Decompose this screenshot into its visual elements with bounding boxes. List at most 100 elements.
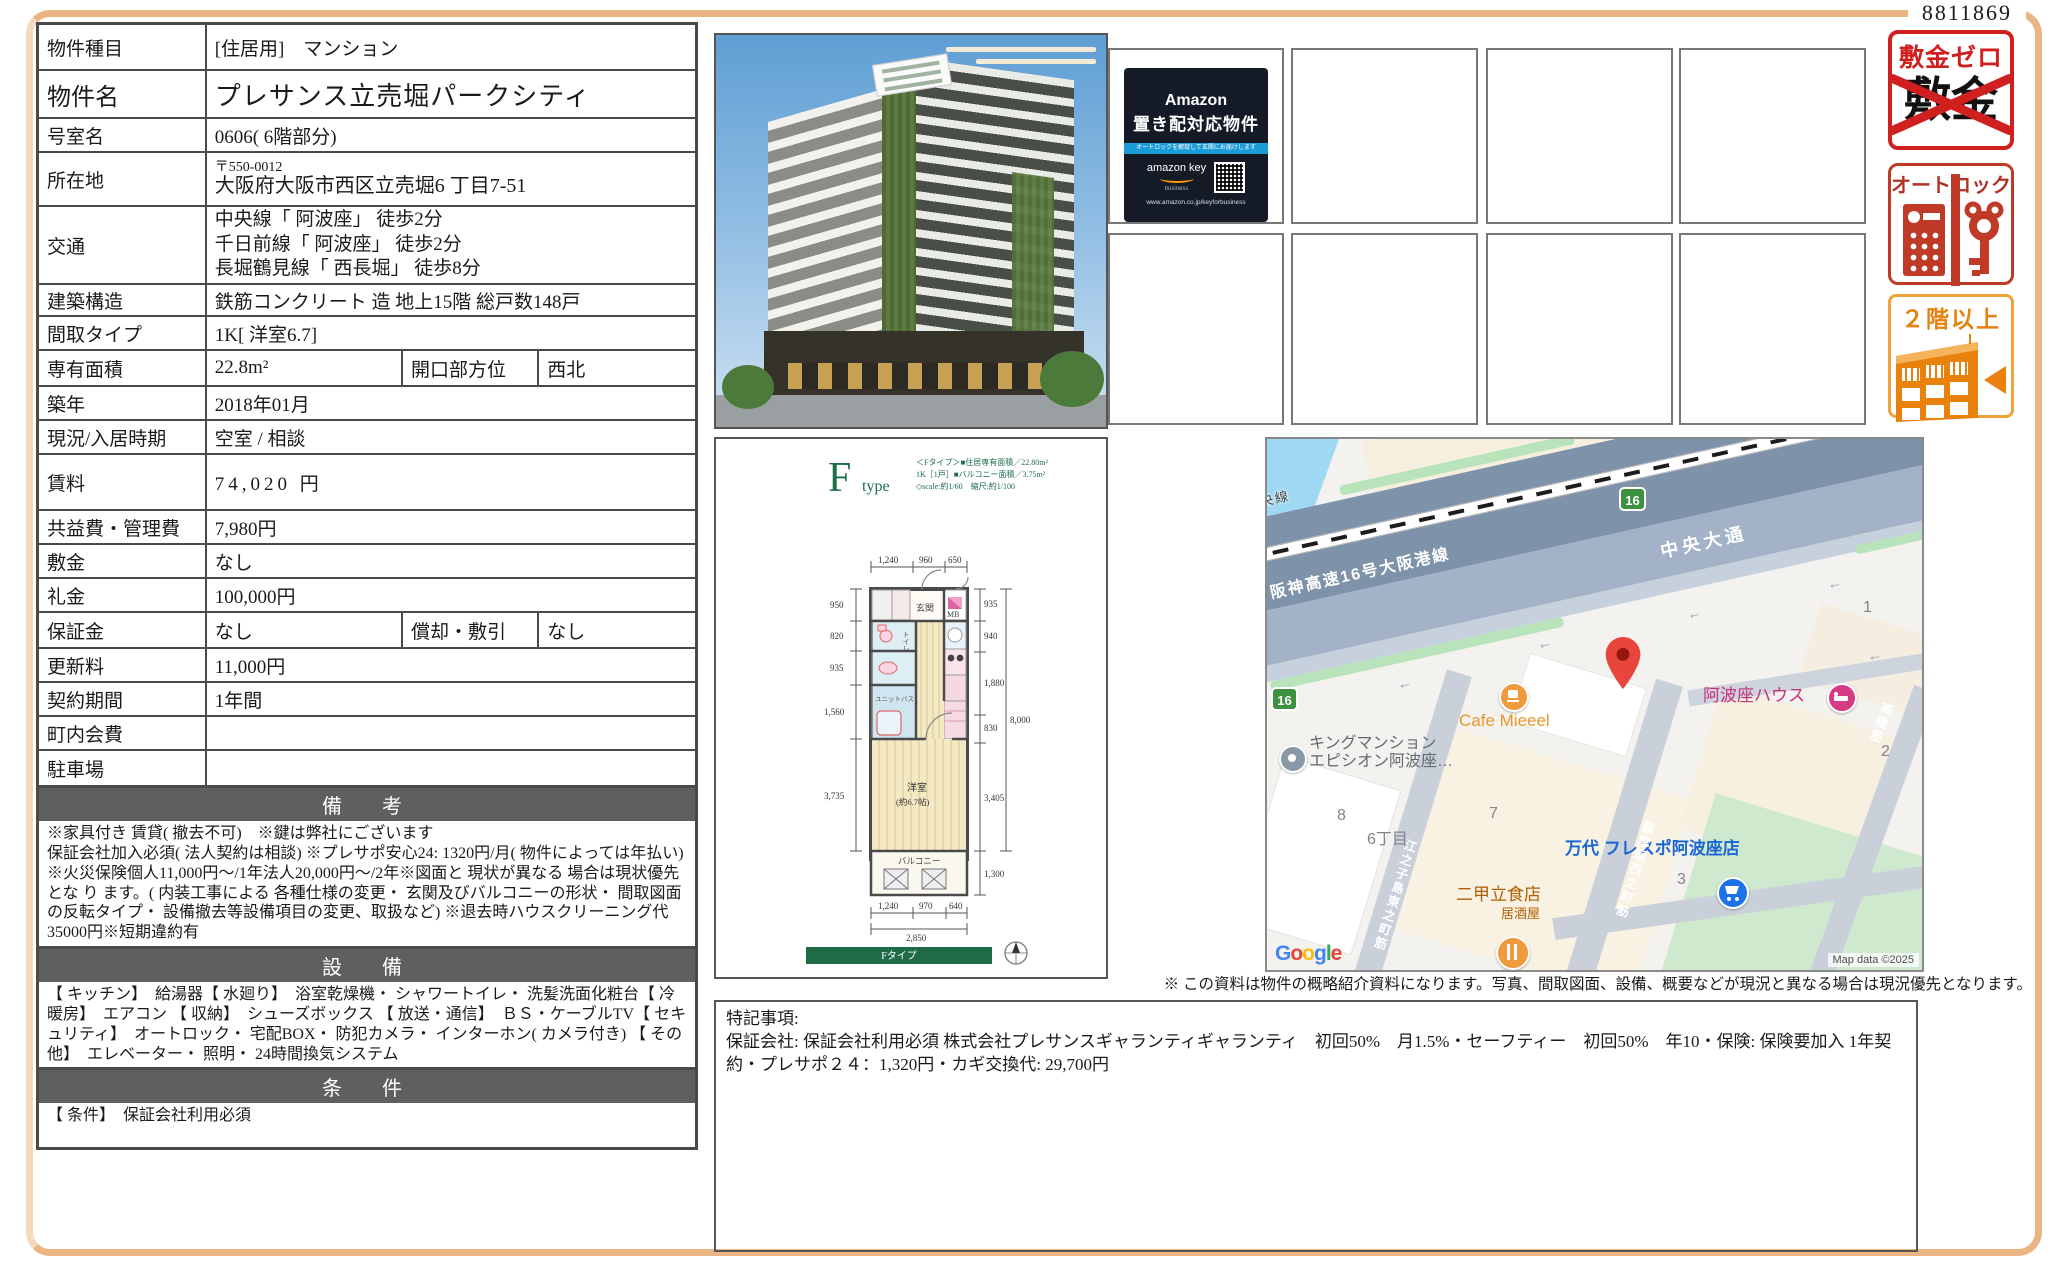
transit-line: 長堀鶴見線「 西長堀」 徒歩8分 (215, 257, 687, 282)
location-map: 阪神高速16号大阪港線 大阪メトロ中央線 中央大通 16 16 ← ← ← ← … (1265, 437, 1924, 972)
restaurant-icon (1496, 936, 1530, 970)
row-label: 建築構造 (38, 284, 206, 316)
row-label: 賃料 (38, 454, 206, 510)
conditions-text: 【 条件】 保証会社利用必須 (36, 1103, 698, 1150)
row-value: 中央線「 阿波座」 徒歩2分 千日前線「 阿波座」 徒歩2分 長堀鶴見線「 西長… (206, 206, 697, 284)
key-icon (1961, 200, 2007, 282)
plan-type-word: type (862, 478, 890, 495)
transit-line: 千日前線「 阿波座」 徒歩2分 (215, 233, 687, 258)
remarks-text: ※家具付き 賃貸( 撤去不可) ※鍵は弊社にございます 保証会社加入必須( 法人… (36, 821, 698, 949)
row-value: 空室 / 相談 (206, 420, 697, 454)
dim-label: 3,405 (984, 793, 1005, 803)
table-row: 保証金 なし 償却・敷引 なし (38, 612, 697, 648)
nikou-label: 二甲立食店 (1456, 885, 1541, 904)
room-size-label: (約6.7帖) (896, 797, 929, 807)
photo-placeholder-box (1486, 48, 1673, 224)
table-row: 更新料 11,000円 (38, 648, 697, 682)
room-label-main: 洋室 (907, 781, 927, 794)
row-sublabel: 開口部方位 (402, 350, 538, 386)
dim-label: 1,560 (824, 707, 845, 717)
dim-label: 1,240 (878, 901, 899, 911)
supermarket-cart-icon (1717, 877, 1749, 909)
amazon-okihai-badge: Amazon 置き配対応物件 オートロックを解錠して玄関にお届けします amaz… (1124, 68, 1268, 222)
photo-placeholder-box (1291, 48, 1478, 224)
row-value: なし (206, 612, 402, 648)
floor-plan-drawing: F type ＜Fタイプ＞■住居専有面積／22.80m² 1K［1戸］■バルコニ… (716, 439, 1102, 973)
document-number: 8811869 (1908, 0, 2026, 26)
table-row: 号室名 0606( 6階部分) (38, 118, 697, 152)
dim-label: 935 (830, 663, 844, 673)
floor-plan: F type ＜Fタイプ＞■住居専有面積／22.80m² 1K［1戸］■バルコニ… (714, 437, 1108, 979)
row-label: 物件種目 (38, 24, 206, 71)
plan-type-letter: F (828, 455, 851, 501)
row-label: 保証金 (38, 612, 206, 648)
photo-caption-line (976, 59, 1096, 64)
dim-label: 640 (949, 901, 963, 911)
second-floor-badge: ２階以上 (1888, 294, 2014, 418)
table-row: 町内会費 (38, 716, 697, 750)
qr-code-icon (1214, 162, 1245, 193)
plan-header-line: ＜Fタイプ＞■住居専有面積／22.80m² (916, 457, 1049, 467)
dim-label: 8,000 (1010, 715, 1031, 725)
block-number: 2 (1881, 743, 1890, 761)
photo-placeholder-box (1679, 233, 1866, 425)
table-row: 共益費・管理費 7,980円 (38, 510, 697, 544)
plan-header-line: ◇scale:約1/60 縮尺:約1/100 (916, 481, 1015, 491)
building-podium (764, 331, 1084, 397)
special-notes-body: 保証会社: 保証会社利用必須 株式会社プレサンスギャランティギャランティ 初回5… (726, 1031, 1906, 1077)
building-photo (714, 33, 1108, 429)
row-label: 更新料 (38, 648, 206, 682)
row-label: 契約期間 (38, 682, 206, 716)
autolock-badge: オートロック (1888, 163, 2014, 285)
table-row: 物件種目 [住居用] マンション (38, 24, 697, 71)
plan-header-line: 1K［1戸］■バルコニー面積／3.75m² (916, 469, 1046, 479)
table-row: 建築構造 鉄筋コンクリート 造 地上15階 総戸数148戸 (38, 284, 697, 316)
transit-line: 中央線「 阿波座」 徒歩2分 (215, 208, 687, 233)
dim-label: 650 (948, 555, 962, 565)
row-label: 駐車場 (38, 750, 206, 787)
row-value: 7,980円 (206, 510, 697, 544)
row-sublabel: 償却・敷引 (402, 612, 538, 648)
traffic-arrow: ← (1535, 634, 1553, 654)
street-ground (716, 395, 1106, 427)
amazon-url: www.amazon.co.jp/keyforbusiness (1124, 199, 1268, 206)
row-value: 鉄筋コンクリート 造 地上15階 総戸数148戸 (206, 284, 697, 316)
row-label: 敷金 (38, 544, 206, 578)
table-row: 賃料 74,020 円 (38, 454, 697, 510)
divider-bar (1951, 174, 1960, 286)
dim-label: 1,240 (878, 555, 899, 565)
dim-label: 830 (984, 723, 998, 733)
photo-placeholder-box (1486, 233, 1673, 425)
hotel-icon (1827, 683, 1857, 713)
amazon-key-logo: amazon key (1147, 163, 1206, 174)
row-label: 所在地 (38, 152, 206, 206)
address: 大阪府大阪市西区立売堀6 丁目7-51 (215, 175, 687, 198)
property-flyer-page: 8811869 物件種目 [住居用] マンション 物件名 プレサンス立売堀パーク… (0, 0, 2056, 1264)
king-mansion-label: キングマンション エピシオン阿波座… (1309, 735, 1453, 771)
dim-label: 1,300 (984, 869, 1005, 879)
row-value: 1K[ 洋室6.7] (206, 316, 697, 350)
amazon-badge-title: 置き配対応物件 (1124, 110, 1268, 135)
amazon-key-business-label: business (1147, 186, 1206, 192)
block-number: 3 (1677, 871, 1686, 889)
autolock-icon (1891, 200, 2011, 284)
dim-label: 935 (984, 599, 998, 609)
row-label: 号室名 (38, 118, 206, 152)
amazon-badge-stripe-text: オートロックを解錠して玄関にお届けします (1124, 143, 1268, 154)
dim-label: 950 (830, 600, 844, 610)
table-row: 専有面積 22.8m² 開口部方位 西北 (38, 350, 697, 386)
generic-poi-icon (1279, 745, 1307, 773)
special-notes-box: 特記事項: 保証会社: 保証会社利用必須 株式会社プレサンスギャランティギャラン… (714, 1000, 1918, 1252)
deposit-crossed-text: 敷金 (1892, 74, 2010, 126)
room-label-balcony: バルコニー (898, 856, 940, 866)
row-value: 11,000円 (206, 648, 697, 682)
row-value: 2018年01月 (206, 386, 697, 420)
row-subvalue: なし (538, 612, 696, 648)
photo-placeholder-box (1679, 48, 1866, 224)
dim-label: 960 (919, 555, 933, 565)
row-value: 1年間 (206, 682, 697, 716)
table-row: 契約期間 1年間 (38, 682, 697, 716)
row-value: なし (206, 544, 697, 578)
row-subvalue: 西北 (538, 350, 696, 386)
route-16-shield: 16 (1619, 487, 1646, 511)
